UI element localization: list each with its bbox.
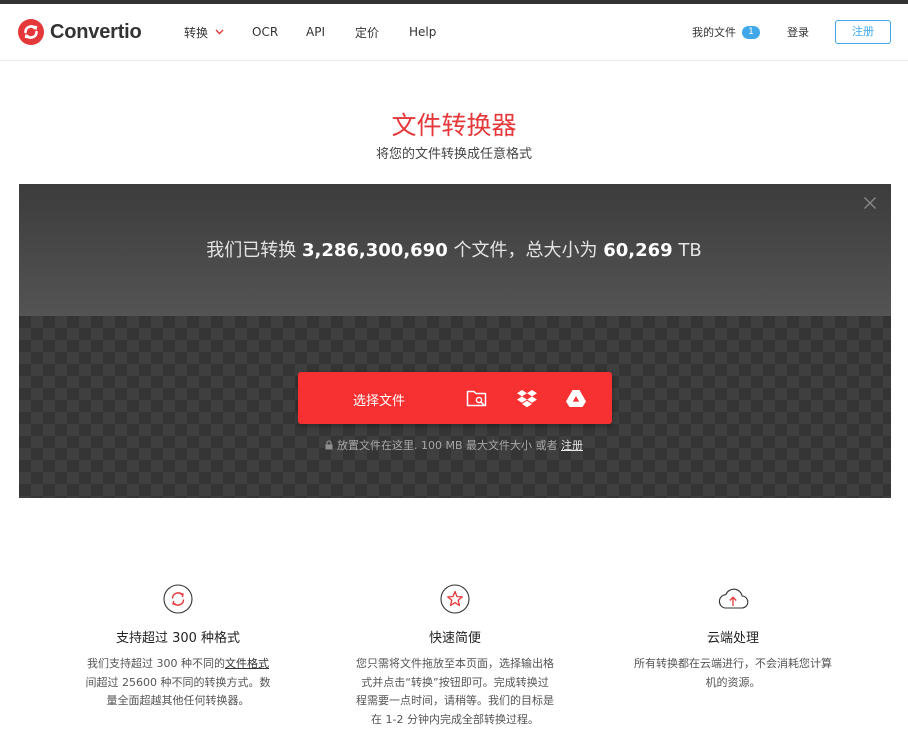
drop-hint: 放置文件在这里. 100 MB 最大文件大小 或者 注册	[0, 437, 908, 453]
feature-title-fast: 快速简便	[428, 631, 481, 646]
feature-title-formats: 支持超过 300 种格式	[115, 631, 241, 646]
feature-desc-formats-text-2: 间超过 25600 种不同的转换方式。数量全面超越其他任何转换器。	[85, 675, 271, 708]
google-drive-icon[interactable]	[565, 388, 587, 408]
choose-files-button[interactable]: 选择文件	[298, 372, 612, 424]
file-formats-link[interactable]: 文件格式	[225, 657, 269, 670]
feature-desc-cloud: 所有转换都在云端进行，不会消耗您计算机的资源。	[634, 657, 832, 689]
site-header: Convertio 转换 OCR API 定价 Help 我的文件 1 登录 注…	[0, 4, 908, 61]
stats-total-size: 60,269	[603, 240, 673, 261]
my-files-label: 我的文件	[692, 26, 736, 39]
feature-title-cloud: 云端处理	[706, 631, 759, 646]
stats-files-count: 3,286,300,690	[301, 240, 448, 261]
logo[interactable]: Convertio	[18, 19, 142, 45]
lock-icon	[325, 440, 333, 450]
brand-name: Convertio	[50, 20, 142, 43]
close-icon[interactable]	[863, 196, 877, 210]
chevron-down-icon	[215, 29, 224, 35]
stats-unit: TB	[678, 240, 702, 261]
page-title: 文件转换器	[391, 111, 517, 140]
refresh-icon	[163, 584, 193, 614]
nav-convert[interactable]: 转换	[184, 24, 252, 40]
stats-middle: 个文件，总大小为	[453, 240, 598, 261]
choose-files-label: 选择文件	[353, 394, 406, 409]
feature-desc-formats-text: 我们支持超过 300 种不同的	[87, 657, 225, 670]
drop-hint-signup-link[interactable]: 注册	[561, 439, 583, 452]
my-files-count-badge: 1	[742, 25, 760, 39]
feature-desc-formats: 我们支持超过 300 种不同的文件格式间超过 25600 种不同的转换方式。数量…	[82, 655, 274, 711]
nav-ocr[interactable]: OCR	[252, 24, 306, 40]
nav-convert-label: 转换	[184, 25, 209, 40]
folder-search-icon[interactable]	[466, 388, 488, 408]
drop-hint-text: 放置文件在这里. 100 MB 最大文件大小 或者	[336, 439, 558, 452]
signup-button[interactable]: 注册	[835, 20, 891, 44]
page-subtitle: 将您的文件转换成任意格式	[375, 147, 532, 162]
star-icon	[440, 584, 470, 614]
stats-prefix: 我们已转换	[206, 240, 297, 261]
nav-help[interactable]: Help	[409, 24, 436, 40]
nav-api[interactable]: API	[306, 24, 355, 40]
my-files-link[interactable]: 我的文件 1	[692, 24, 760, 40]
main-nav: 转换 OCR API 定价 Help	[184, 24, 436, 40]
cloud-upload-icon	[718, 588, 749, 609]
feature-desc-fast: 您只需将文件拖放至本页面，选择输出格式并点击“转换”按钮即可。完成转换过程需要一…	[356, 657, 554, 726]
conversion-stats: 我们已转换 3,286,300,690 个文件，总大小为 60,269 TB	[0, 236, 908, 262]
nav-pricing[interactable]: 定价	[355, 24, 409, 40]
login-link[interactable]: 登录	[787, 24, 809, 40]
dropbox-icon[interactable]	[516, 388, 538, 408]
convertio-logo-icon	[18, 19, 44, 45]
